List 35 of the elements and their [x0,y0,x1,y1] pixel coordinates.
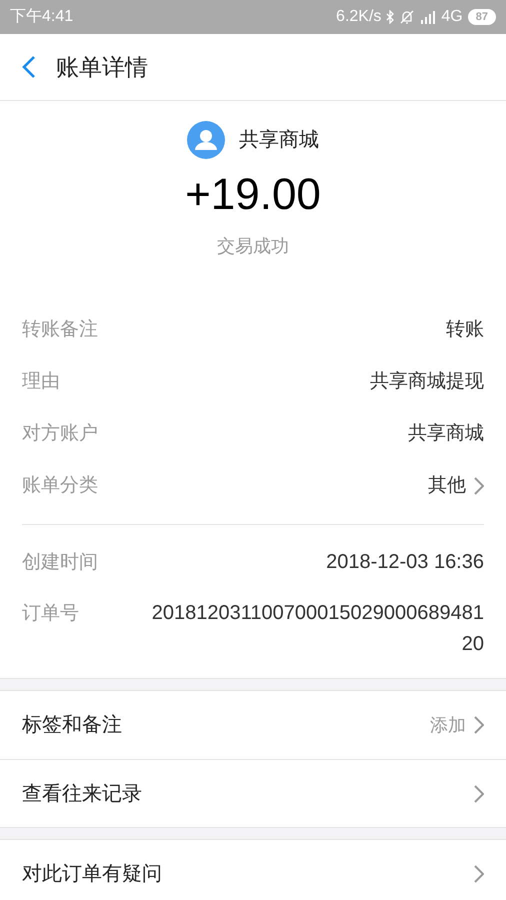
merchant-name: 共享商城 [239,128,319,153]
avatar-icon [187,121,225,159]
chevron-icon [474,865,484,883]
signal-icon [420,10,436,24]
muted-bell-icon [399,10,416,24]
detail-value: 2018-12-03 16:36 [325,550,484,575]
detail-value: 共享商城提现 [370,370,484,394]
chevron-icon [474,716,484,734]
chevron-icon [474,784,484,802]
row-label: 标签和备注 [22,713,122,738]
menu-row[interactable]: 标签和备注 添加 [0,691,506,759]
transaction-status: 交易成功 [217,235,289,258]
battery-level: 87 [468,9,496,25]
network-type: 4G [441,7,463,27]
status-time: 下午4:41 [10,7,74,27]
detail-value: 共享商城 [408,422,484,446]
detail-value: 转账 [446,318,484,342]
bluetooth-icon [386,10,394,24]
detail-label: 创建时间 [22,551,98,575]
network-speed: 6.2K/s [336,7,382,27]
menu-row[interactable]: 对此订单有疑问 [0,840,506,900]
detail-label: 理由 [22,370,60,394]
row-label: 对此订单有疑问 [22,862,162,887]
chevron-icon [474,477,484,495]
detail-value: 20181203110070001502900068948120 [150,601,484,657]
detail-label: 转账备注 [22,318,98,342]
row-label: 查看往来记录 [22,782,142,806]
detail-value: 其他 [428,474,466,498]
row-hint: 添加 [430,714,466,736]
detail-label: 订单号 [22,602,79,626]
detail-label: 账单分类 [22,474,98,498]
back-icon[interactable] [22,55,36,79]
detail-label: 对方账户 [22,422,98,446]
amount: +19.00 [185,169,321,221]
page-title: 账单详情 [56,52,148,82]
